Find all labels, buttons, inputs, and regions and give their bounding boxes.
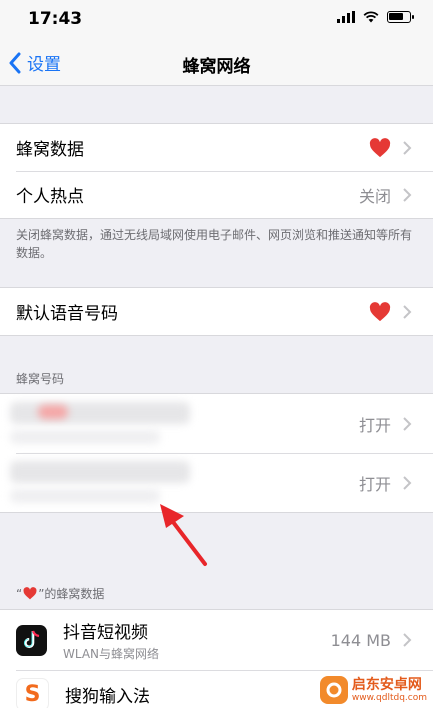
- app-data-usage: 144 MB: [330, 630, 391, 650]
- status-time: 17:43: [28, 9, 83, 29]
- settings-group-voice: 默认语音号码: [0, 287, 433, 336]
- app-name: 抖音短视频: [63, 623, 148, 643]
- sogou-app-icon: S: [16, 678, 49, 708]
- app-cellular-data-header: “ ”的蜂窝数据: [16, 586, 105, 602]
- cellular-data-label: 蜂窝数据: [16, 140, 84, 160]
- chevron-right-icon: [403, 304, 412, 319]
- cellular-numbers-header: 蜂窝号码: [16, 372, 65, 386]
- redacted-number-name: [10, 402, 190, 424]
- site-watermark: 启东安卓网 www.qdltdq.com: [319, 676, 427, 704]
- app-name: 搜狗输入法: [65, 687, 150, 707]
- cellular-number-status: 打开: [358, 474, 391, 494]
- watermark-title: 启东安卓网: [351, 676, 422, 693]
- battery-icon: [387, 11, 414, 23]
- cellular-footnote: 关闭蜂窝数据，通过无线局域网使用电子邮件、网页浏览和推送通知等所有数据。: [16, 228, 413, 260]
- chevron-right-icon: [403, 633, 412, 647]
- chevron-right-icon: [403, 475, 412, 490]
- app-network-mode: WLAN与蜂窝网络: [63, 647, 160, 661]
- personal-hotspot-label: 个人热点: [16, 187, 84, 207]
- redacted-number-name: [10, 461, 190, 483]
- wifi-icon: [363, 11, 379, 23]
- watermark-logo-icon: [326, 682, 342, 698]
- signal-icon: [337, 11, 355, 23]
- app-row-douyin[interactable]: 抖音短视频 WLAN与蜂窝网络 144 MB: [0, 610, 433, 670]
- default-voice-number-label: 默认语音号码: [16, 304, 118, 324]
- personal-hotspot-row[interactable]: 个人热点 关闭: [0, 171, 433, 218]
- default-voice-number-row[interactable]: 默认语音号码: [0, 288, 433, 335]
- heart-icon: [369, 137, 391, 157]
- music-note-icon: [23, 630, 39, 649]
- chevron-right-icon: [403, 416, 412, 431]
- douyin-app-icon: [16, 624, 47, 656]
- watermark-url: www.qdltdq.com: [351, 692, 427, 703]
- heart-icon: [23, 587, 37, 600]
- redacted-number-detail: [10, 489, 160, 503]
- page-title: 蜂窝网络: [182, 57, 251, 77]
- personal-hotspot-value: 关闭: [358, 186, 391, 206]
- cellular-numbers-group: 打开 打开: [0, 393, 433, 513]
- chevron-right-icon: [403, 187, 412, 202]
- watermark-logo: [319, 676, 348, 704]
- redacted-mark: [38, 405, 68, 419]
- annotation-arrow: [160, 504, 207, 566]
- redacted-number-detail: [10, 430, 160, 444]
- chevron-right-icon: [403, 140, 412, 155]
- cellular-number-row[interactable]: 打开: [0, 394, 433, 453]
- heart-icon: [369, 301, 391, 321]
- nav-bar: 设置 蜂窝网络: [0, 40, 433, 86]
- settings-group-cellular: 蜂窝数据 个人热点 关闭: [0, 123, 433, 219]
- cellular-number-status: 打开: [358, 415, 391, 435]
- status-icons: [337, 11, 414, 23]
- status-bar: 17:43: [0, 0, 433, 40]
- cellular-data-row[interactable]: 蜂窝数据: [0, 124, 433, 171]
